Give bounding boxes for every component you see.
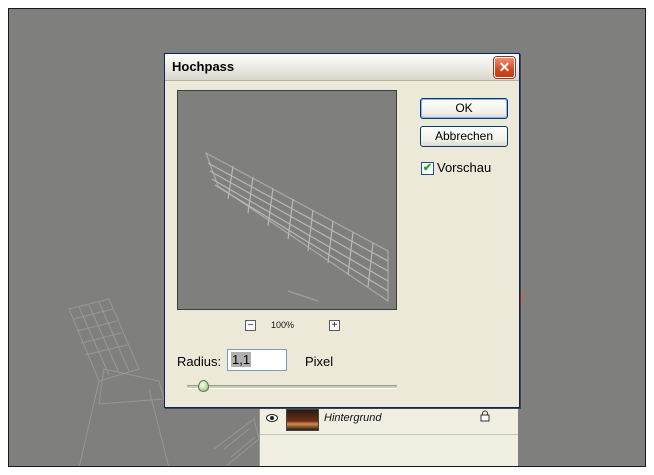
close-button[interactable]: ✕ (494, 57, 515, 78)
radius-label: Radius: (177, 354, 222, 369)
radius-slider-track[interactable] (187, 385, 397, 389)
dialog-titlebar[interactable]: Hochpass ✕ (165, 54, 519, 81)
radius-slider-thumb[interactable] (197, 380, 209, 392)
document-canvas: Hintergrund Hochpass ✕ − 100% + Radius: … (8, 8, 646, 467)
close-icon: ✕ (498, 59, 511, 75)
eye-icon[interactable] (266, 412, 278, 424)
layer-thumbnail (286, 409, 319, 431)
radius-unit-label: Pixel (305, 354, 334, 369)
preview-windmill-blade (204, 151, 389, 303)
ok-button[interactable]: OK (420, 98, 508, 119)
layer-name: Hintergrund (324, 412, 382, 424)
zoom-out-button[interactable]: − (245, 320, 256, 331)
hochpass-dialog: Hochpass ✕ − 100% + Radius: 1,1 Pixel OK… (164, 53, 520, 408)
zoom-level: 100% (271, 320, 295, 330)
preview-checkbox-label[interactable]: Vorschau (437, 160, 491, 175)
cancel-button[interactable]: Abbrechen (420, 126, 508, 147)
preview-checkbox[interactable]: ✔ (421, 162, 434, 175)
radius-value: 1,1 (231, 352, 252, 367)
lock-icon (480, 410, 490, 422)
dialog-title: Hochpass (172, 59, 235, 74)
checkmark-icon: ✔ (422, 162, 433, 174)
filter-preview[interactable] (177, 90, 397, 310)
zoom-in-button[interactable]: + (329, 320, 340, 331)
radius-input[interactable]: 1,1 (227, 349, 287, 371)
